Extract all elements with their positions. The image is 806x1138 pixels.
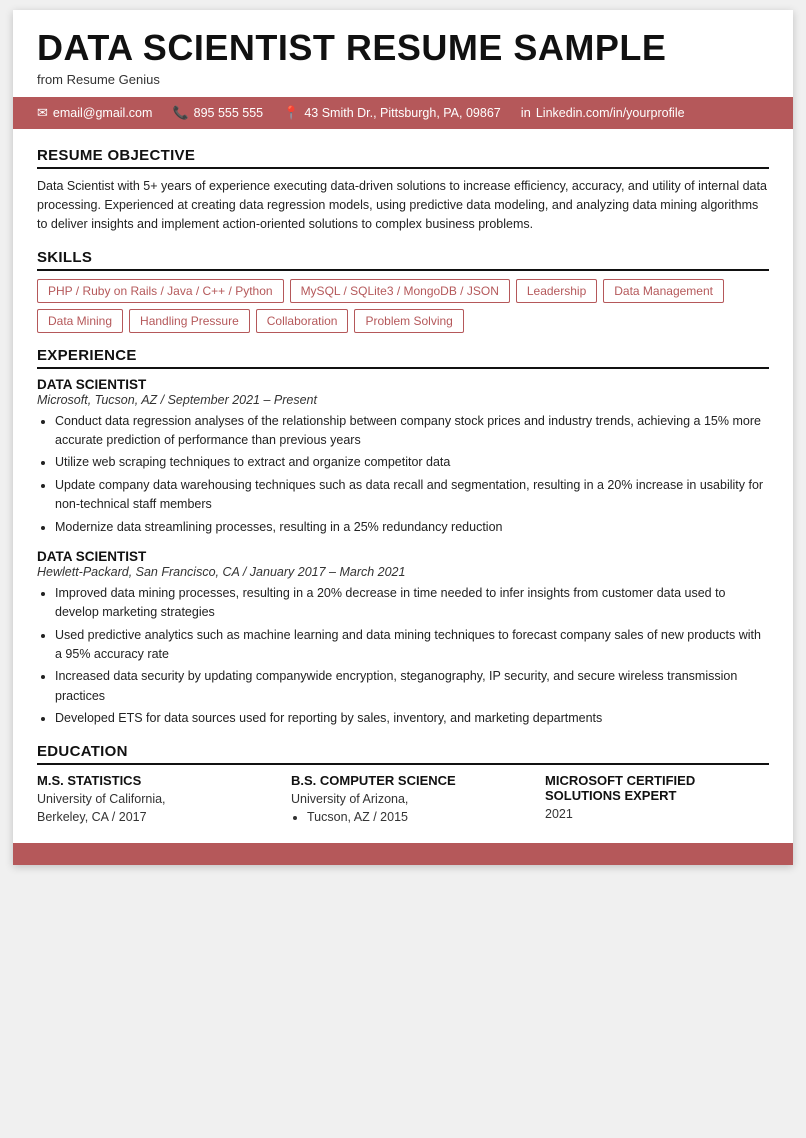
job-bullets: Conduct data regression analyses of the … [37, 412, 769, 537]
edu-detail: University of Arizona,Tucson, AZ / 2015 [291, 790, 515, 828]
edu-item: M.S. STATISTICS University of California,… [37, 773, 261, 828]
list-item: Developed ETS for data sources used for … [55, 709, 769, 728]
list-item: Update company data warehousing techniqu… [55, 476, 769, 515]
skill-tag: PHP / Ruby on Rails / Java / C++ / Pytho… [37, 279, 284, 303]
job-meta: Hewlett-Packard, San Francisco, CA / Jan… [37, 565, 769, 579]
phone-icon: 📞 [172, 105, 188, 121]
resume-subtitle: from Resume Genius [37, 72, 769, 87]
list-item: Increased data security by updating comp… [55, 667, 769, 706]
edu-detail: University of California,Berkeley, CA / … [37, 790, 261, 828]
contact-linkedin: in Linkedin.com/in/yourprofile [521, 105, 685, 120]
objective-title: RESUME OBJECTIVE [37, 147, 769, 169]
edu-degree: B.S. COMPUTER SCIENCE [291, 773, 515, 788]
header-section: DATA SCIENTIST RESUME SAMPLE from Resume… [13, 10, 793, 97]
skill-tag: MySQL / SQLite3 / MongoDB / JSON [290, 279, 510, 303]
experience-section: EXPERIENCE DATA SCIENTISTMicrosoft, Tucs… [37, 347, 769, 729]
edu-degree: M.S. STATISTICS [37, 773, 261, 788]
education-title: EDUCATION [37, 743, 769, 765]
skills-title: SKILLS [37, 249, 769, 271]
job-entry: DATA SCIENTISTMicrosoft, Tucson, AZ / Se… [37, 377, 769, 537]
location-icon: 📍 [283, 105, 299, 121]
main-content: RESUME OBJECTIVE Data Scientist with 5+ … [13, 129, 793, 828]
education-section: EDUCATION M.S. STATISTICS University of C… [37, 743, 769, 828]
edu-detail: 2021 [545, 805, 769, 824]
education-grid: M.S. STATISTICS University of California,… [37, 773, 769, 828]
linkedin-icon: in [521, 105, 531, 120]
skill-tag: Problem Solving [354, 309, 463, 333]
skills-container: PHP / Ruby on Rails / Java / C++ / Pytho… [37, 279, 769, 333]
job-entry: DATA SCIENTISTHewlett-Packard, San Franc… [37, 549, 769, 729]
job-bullets: Improved data mining processes, resultin… [37, 584, 769, 729]
list-item: Used predictive analytics such as machin… [55, 626, 769, 665]
objective-section: RESUME OBJECTIVE Data Scientist with 5+ … [37, 147, 769, 235]
edu-item: MICROSOFT CERTIFIED SOLUTIONS EXPERT 2021 [545, 773, 769, 828]
skill-tag: Leadership [516, 279, 597, 303]
job-title: DATA SCIENTIST [37, 549, 769, 564]
list-item: Modernize data streamlining processes, r… [55, 518, 769, 537]
skill-tag: Data Management [603, 279, 724, 303]
email-icon: ✉ [37, 105, 48, 121]
contact-email: ✉ email@gmail.com [37, 105, 152, 121]
objective-text: Data Scientist with 5+ years of experien… [37, 177, 769, 235]
contact-address: 📍 43 Smith Dr., Pittsburgh, PA, 09867 [283, 105, 501, 121]
list-item: Utilize web scraping techniques to extra… [55, 453, 769, 472]
list-item: Conduct data regression analyses of the … [55, 412, 769, 451]
skill-tag: Handling Pressure [129, 309, 250, 333]
skills-section: SKILLS PHP / Ruby on Rails / Java / C++ … [37, 249, 769, 333]
experience-title: EXPERIENCE [37, 347, 769, 369]
skill-tag: Data Mining [37, 309, 123, 333]
list-item: Improved data mining processes, resultin… [55, 584, 769, 623]
resume-title: DATA SCIENTIST RESUME SAMPLE [37, 28, 769, 68]
contact-phone: 📞 895 555 555 [172, 105, 263, 121]
skill-tag: Collaboration [256, 309, 349, 333]
job-title: DATA SCIENTIST [37, 377, 769, 392]
edu-degree: MICROSOFT CERTIFIED SOLUTIONS EXPERT [545, 773, 769, 803]
contact-bar: ✉ email@gmail.com 📞 895 555 555 📍 43 Smi… [13, 97, 793, 129]
job-meta: Microsoft, Tucson, AZ / September 2021 –… [37, 393, 769, 407]
jobs-container: DATA SCIENTISTMicrosoft, Tucson, AZ / Se… [37, 377, 769, 729]
resume-page: DATA SCIENTIST RESUME SAMPLE from Resume… [13, 10, 793, 865]
footer-bar [13, 843, 793, 865]
edu-item: B.S. COMPUTER SCIENCE University of Arizo… [291, 773, 515, 828]
